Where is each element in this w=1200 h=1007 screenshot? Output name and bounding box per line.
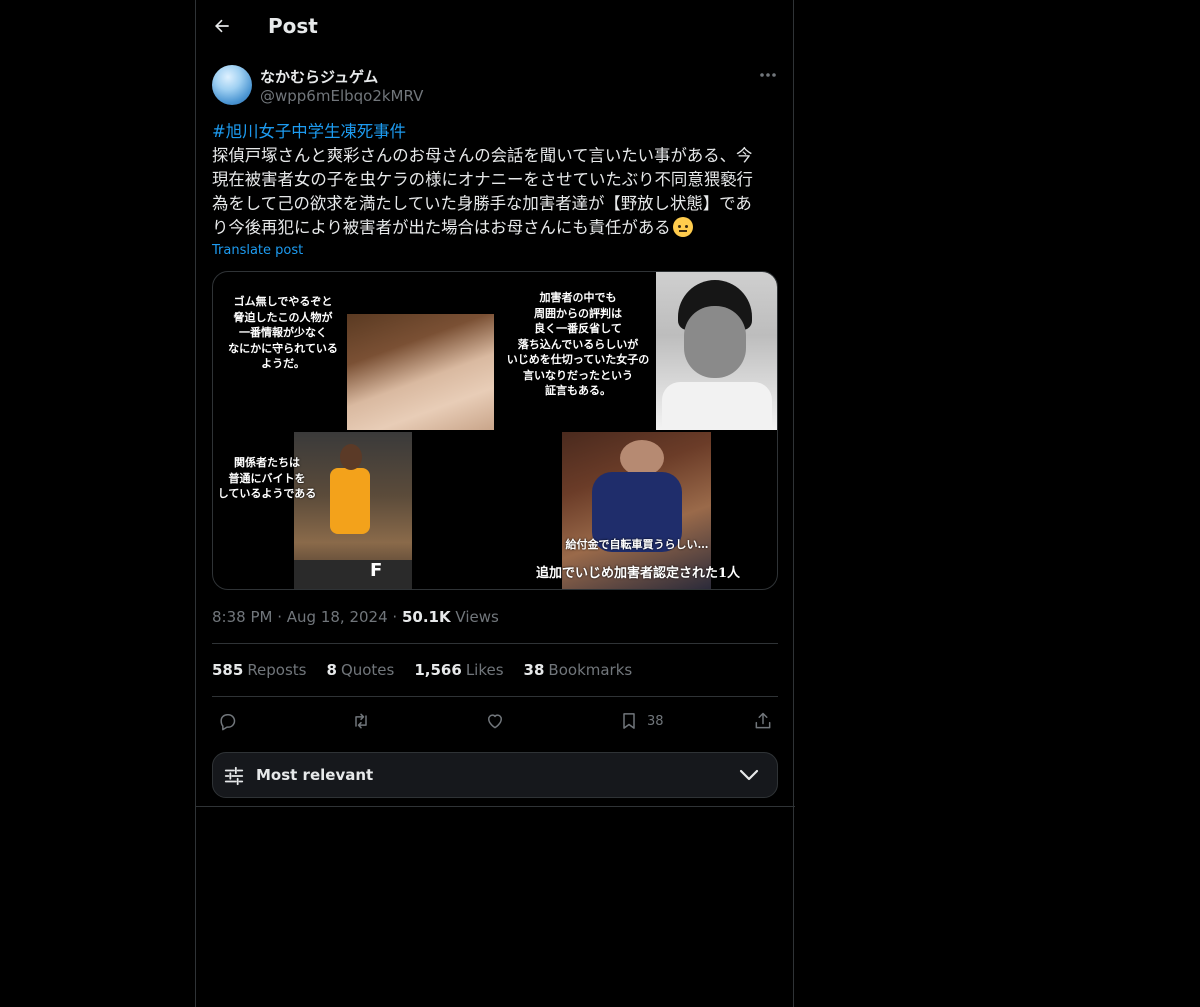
reply-button[interactable] (217, 709, 237, 733)
author-name[interactable]: なかむらジュゲム (260, 66, 378, 87)
views-count: 50.1K (401, 608, 451, 626)
chevron-down-icon (739, 769, 759, 781)
caption-top-left: ゴム無しでやるぞと 脅迫したこの人物が 一番情報が少なく なにかに守られている … (228, 295, 338, 370)
tweet-media[interactable]: ゴム無しでやるぞと 脅迫したこの人物が 一番情報が少なく なにかに守られている … (212, 271, 778, 590)
caption-bottom-right-small: 給付金で自転車買うらしい… (565, 538, 709, 551)
repost-icon (355, 713, 367, 729)
page-title: Post (268, 14, 318, 38)
divider (196, 806, 795, 807)
tweet-line: り今後再犯により被害者が出た場合はお母さんにも責任がある (212, 218, 671, 237)
divider (212, 696, 778, 697)
bookmark-count: 38 (647, 713, 664, 729)
tweet-time[interactable]: 8:38 PM (212, 608, 272, 626)
more-icon (760, 73, 776, 77)
bookmark-icon (623, 713, 635, 729)
tweet-text: #旭川女子中学生凍死事件 探偵戸塚さんと爽彩さんのお母さんの会話を聞いて言いたい… (212, 120, 778, 240)
translate-link[interactable]: Translate post (212, 243, 303, 258)
tweet-meta: 8:38 PM · Aug 18, 2024 · 50.1K Views (212, 608, 499, 626)
photo-blurred-boy (347, 314, 494, 430)
share-button[interactable] (753, 709, 773, 733)
back-button[interactable] (208, 12, 236, 40)
header: Post (196, 0, 795, 53)
hashtag-link[interactable]: #旭川女子中学生凍死事件 (212, 120, 778, 144)
bookmark-button[interactable]: 38 (619, 709, 664, 733)
emoji-icon (672, 217, 693, 237)
sign-letter: F (370, 560, 383, 581)
sort-dropdown[interactable]: Most relevant (212, 752, 778, 798)
caption-bottom-right-big: 追加でいじめ加害者認定された1人 (535, 566, 741, 581)
views-label: Views (455, 608, 499, 626)
reply-icon (220, 714, 236, 731)
repost-button[interactable] (351, 709, 371, 733)
more-button[interactable] (756, 66, 780, 84)
tweet-date[interactable]: Aug 18, 2024 (287, 608, 388, 626)
back-arrow-icon (215, 19, 229, 33)
stats-row: 585 Reposts 8 Quotes 1,566 Likes 38 Bookmark… (212, 661, 632, 679)
bookmarks-stat[interactable]: 38 Bookmarks (524, 661, 633, 679)
photo-bw-man (656, 272, 777, 430)
quotes-stat[interactable]: 8 Quotes (327, 661, 395, 679)
tweet-line: 為をして己の欲求を満たしていた身勝手な加害者達が【野放し状態】であ (212, 194, 752, 213)
tweet-line: 現在被害者女の子を虫ケラの様にオナニーをさせていたぶり不同意猥褻行 (212, 170, 753, 189)
like-button[interactable] (485, 709, 505, 733)
caption-bottom-left: 関係者たちは 普通にバイトを しているようである (217, 456, 317, 500)
like-icon (488, 714, 502, 729)
reposts-stat[interactable]: 585 Reposts (212, 661, 307, 679)
post-column: Post なかむらジュゲム @wpp6mElbqo2kMRV #旭川女子中学生凍… (195, 0, 795, 1007)
avatar[interactable] (212, 65, 252, 105)
likes-stat[interactable]: 1,566 Likes (414, 661, 503, 679)
share-icon (755, 712, 771, 729)
author-handle[interactable]: @wpp6mElbqo2kMRV (260, 87, 423, 105)
sliders-icon (224, 766, 244, 786)
tweet-line: 探偵戸塚さんと爽彩さんのお母さんの会話を聞いて言いたい事がある、今 (212, 146, 753, 165)
divider (212, 643, 778, 644)
caption-top-right: 加害者の中でも 周囲からの評判は 良く一番反省して 落ち込んでいるらしいが いじ… (506, 291, 650, 397)
sort-label: Most relevant (256, 766, 374, 784)
